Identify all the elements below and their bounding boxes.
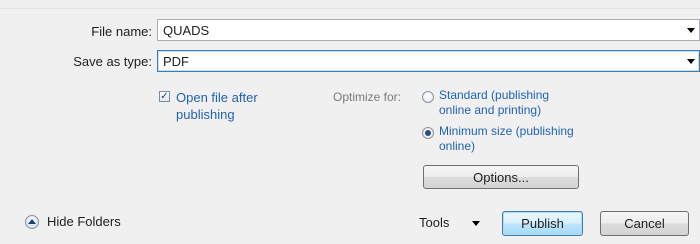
standard-radio-label[interactable]: Standard (publishing online and printing…: [439, 88, 549, 118]
file-name-label: File name:: [91, 24, 152, 39]
optimize-for-label: Optimize for:: [333, 90, 402, 104]
standard-label-line2: online and printing): [439, 103, 542, 117]
tools-menu[interactable]: Tools: [419, 215, 449, 230]
open-after-label-line2: publishing: [176, 107, 235, 122]
window-top-strip: [0, 0, 700, 9]
options-button[interactable]: Options...: [423, 165, 579, 189]
checkmark-icon: ✓: [160, 90, 169, 102]
open-after-checkbox[interactable]: ✓: [159, 91, 170, 102]
standard-radio[interactable]: [422, 91, 434, 103]
minimum-label-line1: Minimum size (publishing: [439, 124, 574, 138]
tools-dropdown-icon[interactable]: [472, 221, 480, 226]
chevron-up-icon: [28, 219, 36, 224]
file-name-value: QUADS: [163, 22, 210, 38]
save-as-type-value: PDF: [163, 53, 189, 69]
standard-label-line1: Standard (publishing: [439, 88, 550, 102]
open-after-label[interactable]: Open file after publishing: [176, 89, 258, 123]
open-after-label-line1: Open file after: [176, 90, 258, 105]
file-name-dropdown-icon[interactable]: [687, 27, 695, 33]
hide-folders-icon[interactable]: [25, 215, 39, 229]
cancel-button[interactable]: Cancel: [600, 211, 689, 236]
minimum-label-line2: online): [439, 139, 476, 153]
file-name-field[interactable]: QUADS: [157, 19, 700, 41]
minimum-size-radio-label[interactable]: Minimum size (publishing online): [439, 124, 574, 154]
minimum-size-radio[interactable]: [422, 127, 434, 139]
save-as-type-select[interactable]: PDF: [157, 50, 700, 72]
radio-selected-dot: [425, 130, 431, 136]
hide-folders-button[interactable]: Hide Folders: [47, 214, 121, 229]
save-as-type-dropdown-icon[interactable]: [687, 58, 695, 64]
save-as-type-label: Save as type:: [73, 54, 152, 69]
publish-button[interactable]: Publish: [502, 211, 583, 236]
